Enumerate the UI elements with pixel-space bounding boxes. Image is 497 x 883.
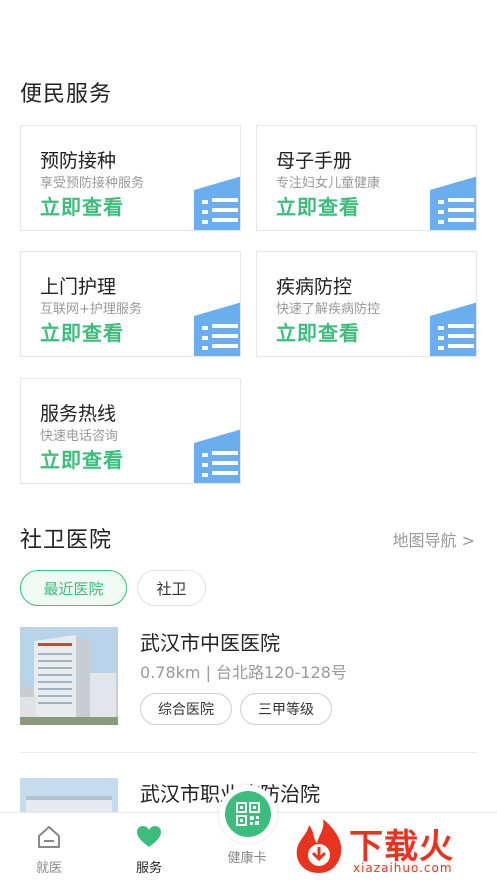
hospital-photo	[20, 778, 118, 812]
card-title: 疾病防控	[276, 276, 353, 298]
heart-icon	[137, 826, 161, 847]
list-divider	[20, 752, 477, 753]
hospital-tag: 三甲等级	[240, 693, 332, 725]
watermark-url: xiazaihuo.com	[353, 861, 453, 875]
card-subtitle: 快速了解疾病防控	[276, 302, 381, 317]
card-subtitle: 快速电话咨询	[40, 429, 119, 444]
service-card-home-nursing[interactable]: 上门护理 互联网+护理服务 立即查看	[20, 251, 241, 357]
tab-label: 就医	[35, 861, 62, 876]
map-navigation-link[interactable]: 地图导航 >	[393, 527, 476, 551]
card-cta[interactable]: 立即查看	[40, 317, 124, 346]
card-subtitle: 享受预防接种服务	[40, 176, 145, 191]
hospital-tag: 综合医院	[140, 693, 232, 725]
document-list-icon	[194, 429, 240, 483]
hospitals-section-title: 社卫医院	[20, 528, 113, 553]
document-list-icon	[194, 302, 240, 356]
card-subtitle: 互联网+护理服务	[40, 302, 142, 317]
hospital-name: 武汉市中医医院	[140, 631, 280, 655]
service-card-vaccination[interactable]: 预防接种 享受预防接种服务 立即查看	[20, 125, 241, 231]
card-title: 母子手册	[276, 150, 353, 172]
filter-community[interactable]: 社卫	[137, 570, 206, 606]
hospital-list-item[interactable]: 武汉市中医医院 0.78km | 台北路120-128号 综合医院 三甲等级	[20, 627, 477, 725]
document-list-icon	[430, 302, 476, 356]
health-card-qr-button[interactable]	[219, 785, 277, 843]
tab-medical[interactable]: 就医	[14, 823, 84, 876]
flame-logo-icon	[296, 819, 342, 873]
tab-label: 健康卡	[227, 851, 267, 866]
qr-code-icon	[236, 802, 260, 826]
card-title: 预防接种	[40, 150, 117, 172]
service-card-mother-child[interactable]: 母子手册 专注妇女儿童健康 立即查看	[256, 125, 477, 231]
watermark: 下载火 xiazaihuo.com	[291, 817, 491, 879]
service-card-disease-control[interactable]: 疾病防控 快速了解疾病防控 立即查看	[256, 251, 477, 357]
card-cta[interactable]: 立即查看	[40, 191, 124, 220]
hospital-photo	[20, 627, 118, 725]
card-cta[interactable]: 立即查看	[276, 191, 360, 220]
card-title: 服务热线	[40, 403, 117, 425]
card-cta[interactable]: 立即查看	[276, 317, 360, 346]
service-card-hotline[interactable]: 服务热线 快速电话咨询 立即查看	[20, 378, 241, 484]
home-icon	[38, 826, 60, 848]
filter-nearest-hospital[interactable]: 最近医院	[20, 570, 127, 606]
tab-label: 服务	[135, 861, 162, 876]
card-subtitle: 专注妇女儿童健康	[276, 176, 381, 191]
tab-services[interactable]: 服务	[114, 823, 184, 876]
card-cta[interactable]: 立即查看	[40, 444, 124, 473]
document-list-icon	[194, 176, 240, 230]
card-title: 上门护理	[40, 276, 117, 298]
services-section-title: 便民服务	[20, 82, 113, 107]
hospital-address: 0.78km | 台北路120-128号	[140, 663, 347, 682]
document-list-icon	[430, 176, 476, 230]
tab-health-card[interactable]: 健康卡	[212, 847, 282, 866]
